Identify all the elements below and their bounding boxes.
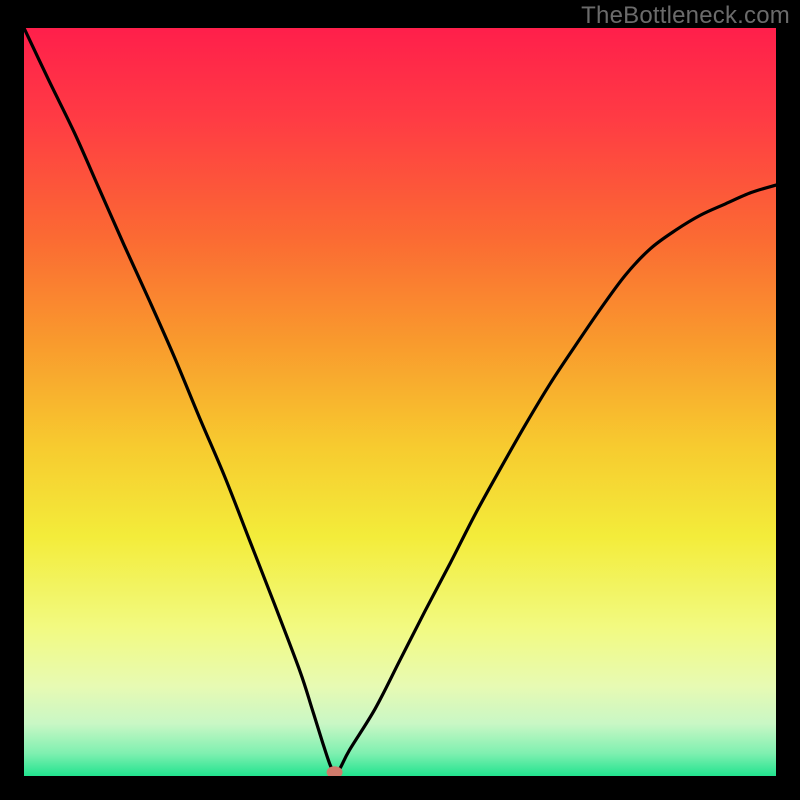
gradient-background — [24, 28, 776, 776]
chart-svg — [24, 28, 776, 776]
watermark-text: TheBottleneck.com — [581, 2, 790, 30]
plot-area — [24, 28, 776, 776]
chart-frame: TheBottleneck.com — [0, 0, 800, 800]
